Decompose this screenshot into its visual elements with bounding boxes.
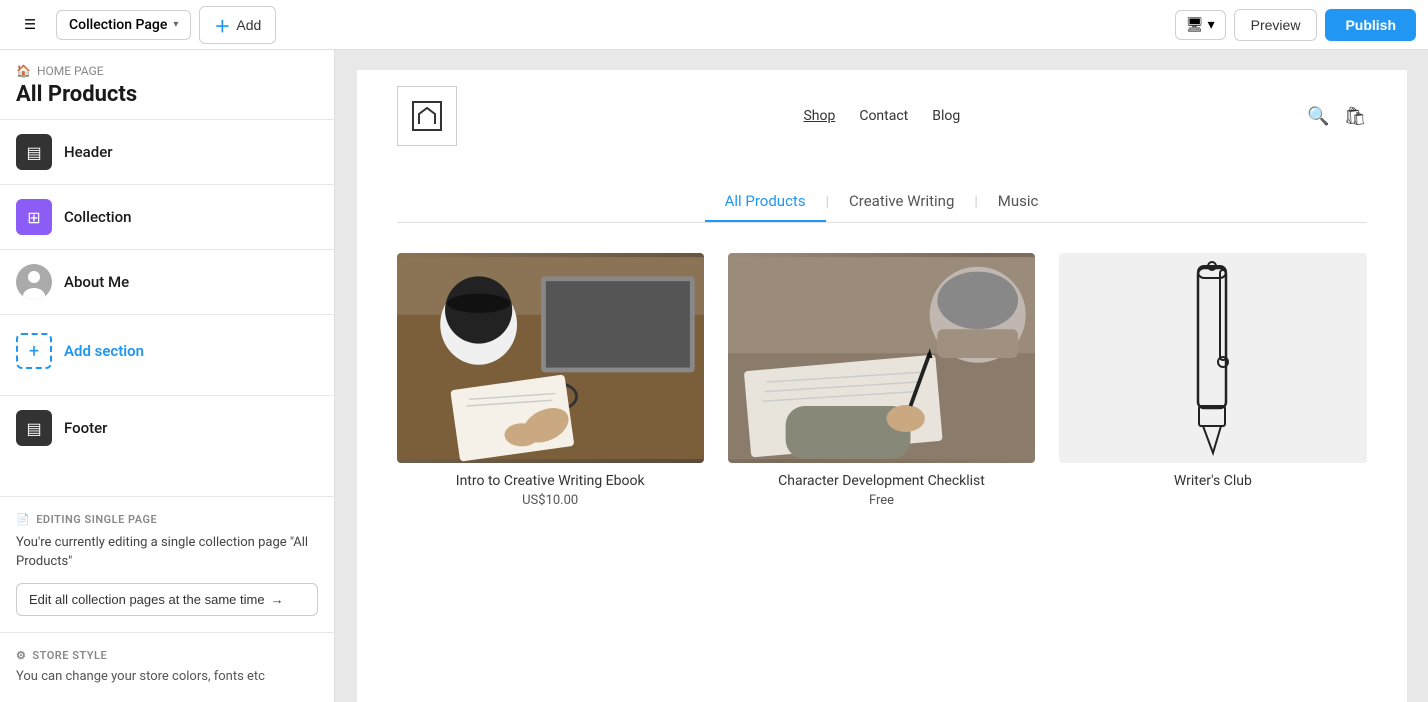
nav-link-blog[interactable]: Blog xyxy=(932,108,960,124)
nav-links: Shop Contact Blog xyxy=(803,108,960,124)
page-preview: Shop Contact Blog 🔍 🛍 All Products | Cre… xyxy=(357,70,1407,702)
tab-all-products[interactable]: All Products xyxy=(705,182,826,222)
sidebar-item-collection-label: Collection xyxy=(64,208,132,226)
product-price-1: US$10.00 xyxy=(397,493,704,508)
page-title: All Products xyxy=(0,82,334,119)
device-chevron-icon: ▾ xyxy=(1208,17,1215,33)
product-name-3: Writer's Club xyxy=(1059,473,1366,489)
publish-button[interactable]: Publish xyxy=(1325,9,1416,41)
editing-info: 📄 EDITING SINGLE PAGE You're currently e… xyxy=(0,496,334,631)
header-icon: ▤ xyxy=(16,134,52,170)
product-card-3[interactable]: Writer's Club xyxy=(1059,253,1366,508)
sidebar: 🏠 HOME PAGE All Products ▤ Header ⊞ Coll… xyxy=(0,50,335,702)
breadcrumb: 🏠 HOME PAGE xyxy=(0,50,334,82)
sidebar-item-footer-label: Footer xyxy=(64,419,107,437)
sidebar-item-header-label: Header xyxy=(64,143,113,161)
store-style-desc: You can change your store colors, fonts … xyxy=(16,668,318,686)
topbar-right: 🖥 ▾ Preview Publish xyxy=(1175,9,1416,41)
sidebar-item-about-label: About Me xyxy=(64,273,129,291)
sidebar-item-footer[interactable]: ▤ Footer xyxy=(0,395,334,460)
store-style-label: ⚙ STORE STYLE xyxy=(16,649,318,662)
store-style-icon: ⚙ xyxy=(16,649,26,662)
desktop-icon: 🖥 xyxy=(1186,17,1204,33)
product-image-2 xyxy=(728,253,1035,463)
products-grid: Intro to Creative Writing Ebook US$10.00 xyxy=(357,223,1407,538)
home-icon: 🏠 xyxy=(16,64,31,78)
search-icon[interactable]: 🔍 xyxy=(1307,106,1329,127)
add-section-label: Add section xyxy=(64,342,144,360)
about-avatar xyxy=(16,264,52,300)
product-name-1: Intro to Creative Writing Ebook xyxy=(397,473,704,489)
nav-icons: 🔍 🛍 xyxy=(1307,106,1366,127)
add-section-icon: + xyxy=(16,333,52,369)
page-selector-label: Collection Page xyxy=(69,17,167,33)
product-image-3 xyxy=(1059,253,1366,463)
preview-button[interactable]: Preview xyxy=(1234,9,1318,41)
footer-icon: ▤ xyxy=(16,410,52,446)
topbar: ☰ Collection Page ▾ ＋ Add 🖥 ▾ Preview Pu… xyxy=(0,0,1428,50)
sidebar-item-header[interactable]: ▤ Header xyxy=(0,119,334,184)
nav-link-shop[interactable]: Shop xyxy=(803,108,835,124)
tab-music[interactable]: Music xyxy=(978,182,1059,222)
breadcrumb-label: HOME PAGE xyxy=(37,64,104,78)
bag-icon[interactable]: 🛍 xyxy=(1344,106,1367,127)
editing-label: 📄 EDITING SINGLE PAGE xyxy=(16,513,318,526)
hamburger-icon: ☰ xyxy=(24,17,36,33)
add-section-button[interactable]: + Add section xyxy=(0,314,334,387)
product-card-2[interactable]: Character Development Checklist Free xyxy=(728,253,1035,508)
add-button[interactable]: ＋ Add xyxy=(199,6,276,44)
page-edit-icon: 📄 xyxy=(16,513,30,526)
product-price-2: Free xyxy=(728,493,1035,508)
device-selector[interactable]: 🖥 ▾ xyxy=(1175,10,1226,40)
topbar-left: ☰ Collection Page ▾ ＋ Add xyxy=(12,6,276,44)
edit-all-label: Edit all collection pages at the same ti… xyxy=(29,592,265,607)
nav-link-contact[interactable]: Contact xyxy=(859,108,908,124)
preview-navbar: Shop Contact Blog 🔍 🛍 xyxy=(357,70,1407,162)
site-logo[interactable] xyxy=(397,86,457,146)
menu-button[interactable]: ☰ xyxy=(12,7,48,43)
add-label: Add xyxy=(236,17,261,33)
editing-desc: You're currently editing a single collec… xyxy=(16,534,318,570)
store-style-section: ⚙ STORE STYLE You can change your store … xyxy=(0,632,334,702)
page-selector[interactable]: Collection Page ▾ xyxy=(56,10,191,40)
tab-creative-writing[interactable]: Creative Writing xyxy=(829,182,974,222)
sidebar-item-about[interactable]: About Me xyxy=(0,249,334,314)
product-image-1 xyxy=(397,253,704,463)
collection-icon: ⊞ xyxy=(16,199,52,235)
product-name-2: Character Development Checklist xyxy=(728,473,1035,489)
main-layout: 🏠 HOME PAGE All Products ▤ Header ⊞ Coll… xyxy=(0,50,1428,702)
plus-icon: ＋ xyxy=(214,13,230,37)
chevron-down-icon: ▾ xyxy=(173,19,178,30)
sidebar-item-collection[interactable]: ⊞ Collection xyxy=(0,184,334,249)
arrow-right-icon: → xyxy=(271,592,284,607)
canvas: Shop Contact Blog 🔍 🛍 All Products | Cre… xyxy=(335,50,1428,702)
product-card-1[interactable]: Intro to Creative Writing Ebook US$10.00 xyxy=(397,253,704,508)
edit-all-button[interactable]: Edit all collection pages at the same ti… xyxy=(16,583,318,616)
collection-tabs: All Products | Creative Writing | Music xyxy=(397,162,1367,223)
